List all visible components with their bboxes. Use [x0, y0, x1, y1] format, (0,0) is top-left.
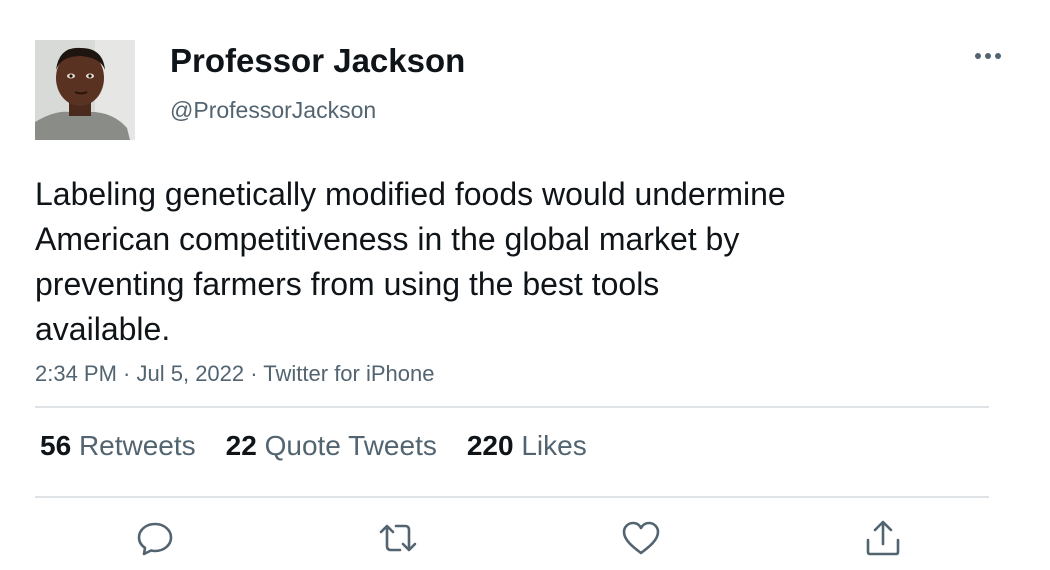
tweet-text-line: available.: [35, 311, 171, 347]
divider: [35, 406, 989, 408]
meta-separator: ·: [116, 361, 137, 386]
quote-tweets-label: Quote Tweets: [264, 430, 437, 461]
tweet-text-line: Labeling genetically modified foods woul…: [35, 176, 786, 212]
user-handle[interactable]: @ProfessorJackson: [170, 97, 376, 124]
likes-stat[interactable]: 220 Likes: [467, 430, 587, 462]
tweet-date[interactable]: Jul 5, 2022: [137, 361, 245, 386]
retweets-count: 56: [40, 430, 72, 461]
likes-label: Likes: [521, 430, 587, 461]
likes-count: 220: [466, 430, 514, 461]
share-icon[interactable]: [863, 518, 903, 558]
avatar-image: [35, 40, 135, 140]
display-name[interactable]: Professor Jackson: [170, 42, 465, 80]
tweet-metadata: 2:34 PM · Jul 5, 2022 · Twitter for iPho…: [35, 361, 434, 387]
reply-icon[interactable]: [135, 518, 175, 558]
retweets-label: Retweets: [78, 430, 196, 461]
quote-tweets-count: 22: [225, 430, 257, 461]
retweets-stat[interactable]: 56 Retweets: [40, 430, 196, 462]
heart-icon[interactable]: [621, 518, 661, 558]
more-horizontal-icon[interactable]: [970, 40, 1006, 72]
tweet-text-line: preventing farmers from using the best t…: [35, 266, 660, 302]
quote-tweets-stat[interactable]: 22 Quote Tweets: [226, 430, 437, 462]
tweet-text-line: American competitiveness in the global m…: [35, 221, 740, 257]
engagement-stats: 56 Retweets 22 Quote Tweets 220 Likes: [40, 430, 617, 462]
divider: [35, 496, 989, 498]
tweet-text: Labeling genetically modified foods woul…: [35, 172, 895, 352]
avatar[interactable]: [35, 40, 135, 140]
retweet-icon[interactable]: [378, 518, 418, 558]
tweet-source[interactable]: Twitter for iPhone: [263, 361, 434, 386]
tweet-time[interactable]: 2:34 PM: [35, 361, 117, 386]
meta-separator: ·: [244, 361, 264, 386]
